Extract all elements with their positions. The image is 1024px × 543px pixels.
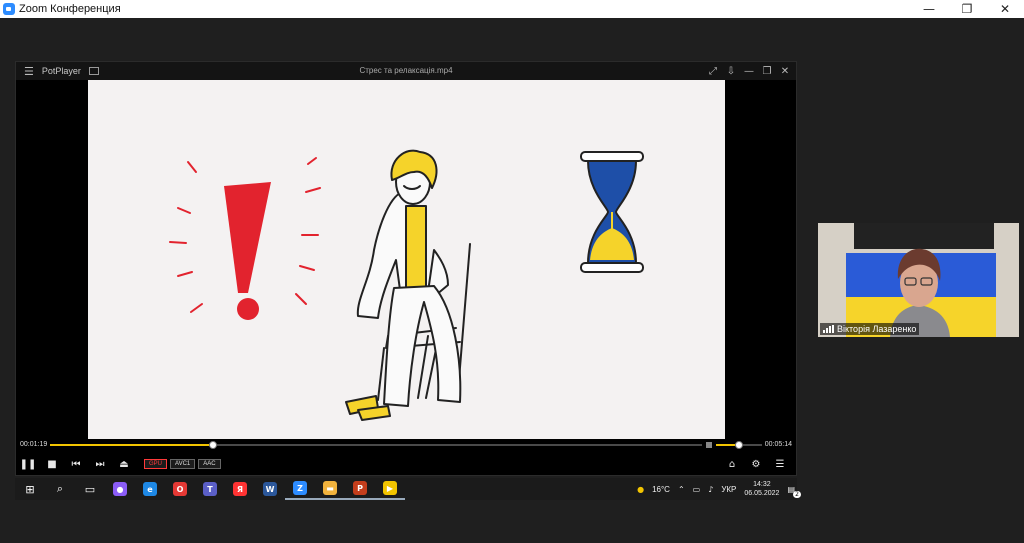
volume-tray-icon[interactable]: ♪ <box>708 485 713 494</box>
previous-button[interactable]: ⏮ <box>64 454 88 474</box>
taskbar-apps: ⊞ ⌕ ▭ ● e O T Я W Z ▬ P ▶ <box>15 478 405 500</box>
taskbar-alisa-button[interactable]: ● <box>105 478 135 500</box>
volume-slider[interactable] <box>716 441 762 449</box>
player-right-controls: ⌂ ⚙ ☰ <box>720 454 792 474</box>
fullscreen-button[interactable]: ⤢ <box>706 66 720 77</box>
edge-icon: e <box>143 482 157 496</box>
participant-video <box>818 223 1019 337</box>
taskbar-opera-button[interactable]: O <box>165 478 195 500</box>
next-button[interactable]: ⏭ <box>88 454 112 474</box>
menu-icon[interactable]: ☰ <box>24 65 34 78</box>
taskbar-start-button[interactable]: ⊞ <box>15 478 45 500</box>
clock[interactable]: 14:32 06.05.2022 <box>744 480 779 498</box>
language-indicator[interactable]: УКР <box>721 485 736 494</box>
search-icon: ⌕ <box>56 482 64 495</box>
weather-icon[interactable]: ● <box>637 485 644 494</box>
video-illustration <box>169 149 644 421</box>
weather-temp[interactable]: 16°C <box>652 485 670 494</box>
explorer-icon: ▬ <box>323 481 337 495</box>
person-figure <box>345 149 471 421</box>
zoom-icon: Z <box>293 481 307 495</box>
pin-button[interactable]: ⇩ <box>724 66 738 77</box>
potplayer-icon: ▶ <box>383 481 397 495</box>
window-controls: — ❐ ✕ <box>910 0 1024 18</box>
volume-icon[interactable] <box>706 442 712 448</box>
progress-fill <box>50 444 213 446</box>
opera-icon: O <box>173 482 187 496</box>
zoom-titlebar: Zoom Конференция — ❐ ✕ <box>0 0 1024 18</box>
seek-bar[interactable]: 00:01:19 00:05:14 <box>16 440 796 450</box>
playlist-icon[interactable]: ☰ <box>768 454 792 474</box>
video-frame[interactable] <box>88 80 725 439</box>
current-time: 00:01:19 <box>20 441 48 448</box>
taskbar: ⊞ ⌕ ▭ ● e O T Я W Z ▬ P ▶ ● 16°C ⌃ ▭ ♪ УКР 14:32 06.… <box>15 478 801 500</box>
participant-name-label: Вікторія Лазаренко <box>820 323 920 335</box>
taskbar-task-view-button[interactable]: ▭ <box>75 478 105 500</box>
exclamation-icon <box>169 157 321 320</box>
teams-icon: T <box>203 482 217 496</box>
alisa-icon: ● <box>113 482 127 496</box>
taskbar-word-button[interactable]: W <box>255 478 285 500</box>
clock-date: 06.05.2022 <box>744 490 780 497</box>
system-tray: ● 16°C ⌃ ▭ ♪ УКР 14:32 06.05.2022 ▤ 2 <box>637 478 801 500</box>
player-controls: ❚❚ ■ ⏮ ⏭ ⏏ GPU AVC1 AAC ⌂ ⚙ ☰ <box>16 452 796 476</box>
notifications-icon[interactable]: ▤ 2 <box>787 485 801 498</box>
chevron-up-icon[interactable]: ⌃ <box>678 485 685 494</box>
participant-name: Вікторія Лазаренко <box>837 324 917 334</box>
taskbar-search-button[interactable]: ⌕ <box>45 478 75 500</box>
signal-strength-icon <box>823 325 834 333</box>
video-codec-badge[interactable]: AVC1 <box>170 459 196 469</box>
taskbar-zoom-button[interactable]: Z <box>285 478 315 500</box>
start-icon: ⊞ <box>25 482 35 496</box>
powerpoint-icon: P <box>353 481 367 495</box>
player-brand[interactable]: PotPlayer <box>42 66 81 76</box>
notifications-count: 2 <box>793 490 801 498</box>
yandex-icon: Я <box>233 482 247 496</box>
task-view-icon: ▭ <box>84 482 96 496</box>
pause-button[interactable]: ❚❚ <box>16 454 40 474</box>
taskbar-teams-button[interactable]: T <box>195 478 225 500</box>
word-icon: W <box>263 482 277 496</box>
participant-video-tile[interactable]: Вікторія Лазаренко <box>818 223 1019 337</box>
hourglass-icon <box>580 151 644 273</box>
taskbar-yandex-button[interactable]: Я <box>225 478 255 500</box>
restore-button[interactable]: ❐ <box>948 0 986 18</box>
gpu-badge[interactable]: GPU <box>144 459 168 469</box>
zoom-logo-icon <box>3 3 15 15</box>
taskbar-explorer-button[interactable]: ▬ <box>315 478 345 500</box>
total-time: 00:05:14 <box>764 441 792 448</box>
capture-icon[interactable]: ⌂ <box>720 454 744 474</box>
player-maximize-button[interactable]: ❐ <box>760 66 774 77</box>
file-name: Стрес та релаксація.mp4 <box>359 66 453 75</box>
player-window-controls: ⤢ ⇩ — ❐ ✕ <box>706 62 792 80</box>
minimize-button[interactable]: — <box>910 0 948 18</box>
taskbar-edge-button[interactable]: e <box>135 478 165 500</box>
window-title: Zoom Конференция <box>19 3 121 15</box>
potplayer-window: ☰ PotPlayer Стрес та релаксація.mp4 ⤢ ⇩ … <box>15 61 797 476</box>
progress-track[interactable] <box>50 441 702 449</box>
volume-handle[interactable] <box>735 441 743 449</box>
taskbar-potplayer-button[interactable]: ▶ <box>375 478 405 500</box>
settings-icon[interactable]: ⚙ <box>744 454 768 474</box>
network-icon[interactable]: ▭ <box>693 485 701 494</box>
clock-time: 14:32 <box>753 481 771 488</box>
player-minimize-button[interactable]: — <box>742 66 756 77</box>
skin-icon[interactable] <box>88 67 99 75</box>
eject-button[interactable]: ⏏ <box>112 454 136 474</box>
taskbar-powerpoint-button[interactable]: P <box>345 478 375 500</box>
close-button[interactable]: ✕ <box>986 0 1024 18</box>
stop-button[interactable]: ■ <box>40 454 64 474</box>
player-titlebar: ☰ PotPlayer Стрес та релаксація.mp4 ⤢ ⇩ … <box>16 62 796 80</box>
player-close-button[interactable]: ✕ <box>778 66 792 77</box>
audio-codec-badge[interactable]: AAC <box>198 459 221 469</box>
progress-handle[interactable] <box>209 441 217 449</box>
